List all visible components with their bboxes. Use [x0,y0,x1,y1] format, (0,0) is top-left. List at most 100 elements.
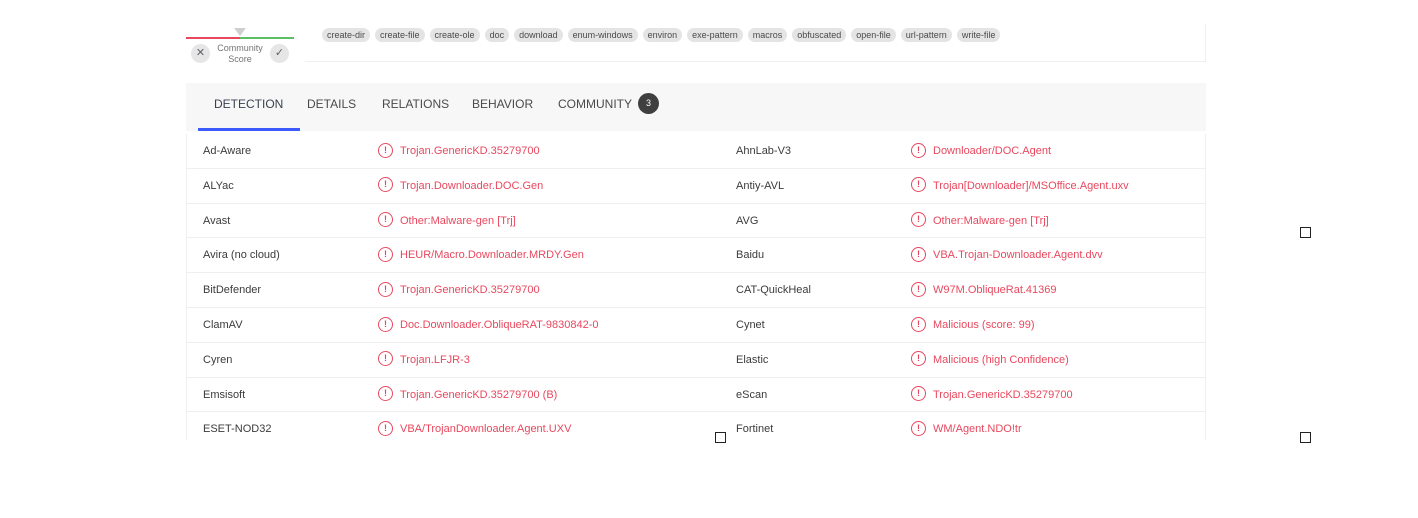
tag-write-file[interactable]: write-file [956,28,1001,42]
detection-result: ! Doc.Downloader.ObliqueRAT-9830842-0 [378,308,599,342]
tag-create-dir[interactable]: create-dir [322,28,371,42]
detection-result: ! VBA.Trojan-Downloader.Agent.dvv [911,238,1103,272]
tab-behavior[interactable]: BEHAVIOR [472,83,533,131]
marker-square [715,432,726,443]
detection-label: Trojan[Downloader]/MSOffice.Agent.uxv [933,179,1129,192]
detection-label: Downloader/DOC.Agent [933,145,1052,157]
engine-name: CAT-QuickHeal [736,284,811,297]
table-row: ALYac! Trojan.Downloader.DOC.Gen Antiy-AVL… [187,169,1205,204]
tag-exe-pattern[interactable]: exe-pattern [687,28,743,42]
tag-url-pattern[interactable]: url-pattern [900,28,952,42]
marker-square [1300,227,1311,238]
engine-name: Ad-Aware [203,145,252,157]
detection-label: VBA/TrojanDownloader.Agent.UXV [400,423,572,436]
alert-icon: ! [911,281,926,297]
alert-icon: ! [378,246,393,262]
detection-result: ! Trojan.LFJR-3 [378,343,470,377]
detection-label: Doc.Downloader.ObliqueRAT-9830842-0 [400,318,599,331]
engine-name: AVG [736,214,759,227]
detection-table: Ad-Aware! Trojan.GenericKD.35279700 AhnLab… [186,134,1206,440]
detection-result: ! Trojan.Downloader.DOC.Gen [378,169,543,203]
tag-download[interactable]: download [514,28,563,42]
vote-harmful-button[interactable]: ✕ [191,44,210,63]
tag-create-ole[interactable]: create-ole [429,28,480,42]
alert-icon: ! [911,177,926,193]
detection-result: ! Malicious (score: 99) [911,308,1034,342]
engine-name: Elastic [736,353,769,366]
alert-icon: ! [378,420,393,436]
detection-result: ! Trojan.GenericKD.35279700 [378,134,540,168]
tab-label: BEHAVIOR [472,97,534,111]
community-score-label: Community Score [217,43,263,64]
engine-name: ESET-NOD32 [203,423,272,436]
alert-icon: ! [378,212,393,228]
tag-doc[interactable]: doc [484,28,510,42]
tag-obfuscated[interactable]: obfuscated [792,28,847,42]
detection-result: ! Trojan.GenericKD.35279700 [378,273,540,307]
detection-label: WM/Agent.NDO!tr [933,423,1022,436]
engine-name: Cynet [736,318,765,331]
engine-name: ClamAV [203,318,243,331]
detection-result: ! Trojan.GenericKD.35279700 [911,378,1073,412]
tab-detection[interactable]: DETECTION [197,83,301,131]
community-score: ✕ Community Score ✓ [186,26,294,68]
tab-community[interactable]: COMMUNITY 3 [558,83,659,131]
tag-open-file[interactable]: open-file [851,28,896,42]
tag-list: create-dir create-file create-ole doc downlo… [322,28,1001,42]
detection-label: HEUR/Macro.Downloader.MRDY.Gen [400,249,584,262]
engine-name: ALYac [203,179,234,192]
engine-name: Baidu [736,249,765,262]
detection-label: Trojan.Downloader.DOC.Gen [400,179,544,192]
detection-result: ! Other:Malware-gen [Trj] [378,204,516,238]
alert-icon: ! [911,246,926,262]
table-row: Ad-Aware! Trojan.GenericKD.35279700 AhnLab… [187,134,1205,169]
alert-icon: ! [911,316,926,332]
engine-name: Fortinet [736,423,774,436]
alert-icon: ! [378,386,393,402]
detection-result: ! WM/Agent.NDO!tr [911,412,1022,440]
table-row: ClamAV! Doc.Downloader.ObliqueRAT-9830842… [187,308,1205,343]
detection-label: W97M.ObliqueRat.41369 [933,284,1057,297]
detection-label: Malicious (score: 99) [933,318,1035,331]
tab-label: DETAILS [307,97,357,111]
detection-label: Trojan.GenericKD.35279700 (B) [400,388,558,401]
detection-label: Malicious (high Confidence) [933,353,1069,366]
detection-result: ! Trojan[Downloader]/MSOffice.Agent.uxv [911,169,1129,203]
detection-result: ! Trojan.GenericKD.35279700 (B) [378,378,557,412]
table-row: Avast! Other:Malware-gen [Trj] AVG! Other:M… [187,204,1205,239]
detection-label: Trojan.GenericKD.35279700 [400,145,540,157]
tab-relations[interactable]: RELATIONS [382,83,449,131]
alert-icon: ! [911,386,926,402]
table-row: Emsisoft! Trojan.GenericKD.35279700 (B) eS… [187,378,1205,413]
tag-macros[interactable]: macros [747,28,788,42]
alert-icon: ! [378,316,393,332]
tab-label: RELATIONS [382,97,450,111]
tab-details[interactable]: DETAILS [307,83,356,131]
close-icon: ✕ [195,47,206,59]
score-gauge-positive [240,37,294,39]
engine-name: Antiy-AVL [736,179,785,192]
engine-name: Avast [203,214,231,227]
detection-label: Other:Malware-gen [Trj] [933,214,1049,227]
tab-label: COMMUNITY [558,97,632,111]
detection-result: ! VBA/TrojanDownloader.Agent.UXV [378,412,571,440]
detection-label: VBA.Trojan-Downloader.Agent.dvv [933,249,1103,262]
tag-create-file[interactable]: create-file [375,28,425,42]
tag-environ[interactable]: environ [642,28,683,42]
engine-name: Emsisoft [203,388,246,401]
detection-result: ! HEUR/Macro.Downloader.MRDY.Gen [378,238,584,272]
vote-harmless-button[interactable]: ✓ [270,44,289,63]
alert-icon: ! [378,351,393,367]
detection-label: Trojan.GenericKD.35279700 [933,388,1073,401]
table-row: BitDefender! Trojan.GenericKD.35279700 CAT… [187,273,1205,308]
detection-result: ! Malicious (high Confidence) [911,343,1069,377]
alert-icon: ! [911,351,926,367]
alert-icon: ! [911,212,926,228]
engine-name: Avira (no cloud) [203,249,280,262]
tag-enum-windows[interactable]: enum-windows [567,28,638,42]
alert-icon: ! [378,177,393,193]
tab-label: DETECTION [214,97,284,111]
score-gauge-negative [186,37,240,39]
engine-name: BitDefender [203,284,262,297]
detection-label: Trojan.GenericKD.35279700 [400,284,540,297]
